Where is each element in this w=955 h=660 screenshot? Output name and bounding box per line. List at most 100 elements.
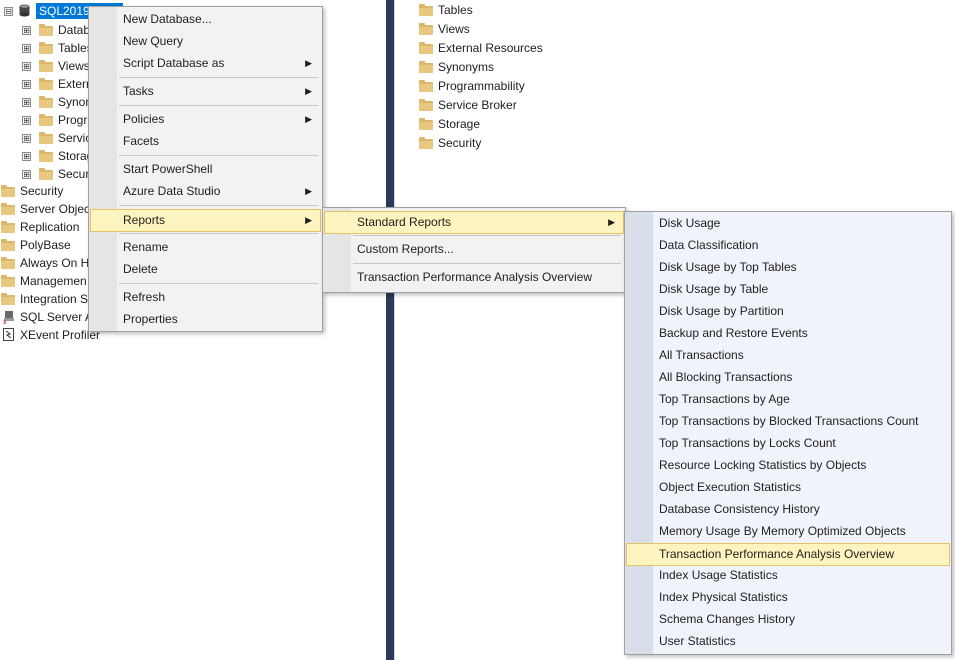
folder-icon xyxy=(419,80,433,92)
tree-node-label: PolyBase xyxy=(20,238,71,252)
expand-icon[interactable]: ⊞ xyxy=(22,116,31,125)
menu-item-delete[interactable]: Delete xyxy=(91,259,320,280)
details-item-label: Security xyxy=(438,136,482,150)
details-item-synonyms[interactable]: Synonyms xyxy=(418,58,618,76)
details-item-service-broker[interactable]: Service Broker xyxy=(418,96,618,114)
menu-item-data-classification[interactable]: Data Classification xyxy=(627,235,949,256)
menu-item-user-statistics[interactable]: User Statistics xyxy=(627,631,949,652)
tree-node-polybase[interactable]: PolyBase xyxy=(0,236,100,254)
tree-node-security[interactable]: Security xyxy=(0,182,100,200)
menu-item-label: Tasks xyxy=(123,84,154,98)
menu-item-backup-and-restore-events[interactable]: Backup and Restore Events xyxy=(627,323,949,344)
pane-splitter[interactable] xyxy=(386,0,394,660)
menu-item-custom-reports[interactable]: Custom Reports... xyxy=(325,239,623,260)
menu-item-index-usage-statistics[interactable]: Index Usage Statistics xyxy=(627,565,949,586)
menu-item-label: Schema Changes History xyxy=(659,612,796,626)
folder-icon xyxy=(1,185,15,197)
menu-item-top-transactions-by-age[interactable]: Top Transactions by Age xyxy=(627,389,949,410)
details-item-tables[interactable]: Tables xyxy=(418,1,618,19)
menu-item-all-blocking-transactions[interactable]: All Blocking Transactions xyxy=(627,367,949,388)
menu-item-start-powershell[interactable]: Start PowerShell xyxy=(91,159,320,180)
expand-icon[interactable]: ⊞ xyxy=(22,44,31,53)
menu-item-all-transactions[interactable]: All Transactions xyxy=(627,345,949,366)
tree-node-db-child[interactable]: ⊞ Progr xyxy=(0,111,90,129)
menu-item-disk-usage-by-table[interactable]: Disk Usage by Table xyxy=(627,279,949,300)
menu-item-disk-usage-by-partition[interactable]: Disk Usage by Partition xyxy=(627,301,949,322)
menu-item-tasks[interactable]: Tasks ▶ xyxy=(91,81,320,102)
menu-item-refresh[interactable]: Refresh xyxy=(91,287,320,308)
tree-node-db-child[interactable]: ⊞ Synon xyxy=(0,93,92,111)
menu-item-script-database-as[interactable]: Script Database as ▶ xyxy=(91,53,320,74)
expand-icon[interactable]: ⊞ xyxy=(22,170,31,179)
menu-item-label: Script Database as xyxy=(123,56,225,70)
expand-icon[interactable]: ⊞ xyxy=(22,98,31,107)
tree-node-db-child[interactable]: ⊞ Datab xyxy=(0,21,90,39)
menu-item-reports[interactable]: Reports ▶ xyxy=(90,209,321,232)
expand-icon[interactable]: ⊞ xyxy=(22,62,31,71)
details-item-label: Storage xyxy=(438,117,481,131)
menu-separator xyxy=(119,233,318,234)
expand-icon[interactable]: ⊞ xyxy=(22,80,31,89)
details-item-storage[interactable]: Storage xyxy=(418,115,618,133)
menu-item-label: Index Physical Statistics xyxy=(659,590,788,604)
menu-item-label: Object Execution Statistics xyxy=(659,480,802,494)
menu-item-new-database[interactable]: New Database... xyxy=(91,9,320,30)
menu-item-label: Transaction Performance Analysis Overvie… xyxy=(659,547,894,561)
menu-item-schema-changes-history[interactable]: Schema Changes History xyxy=(627,609,949,630)
menu-item-azure-data-studio[interactable]: Azure Data Studio ▶ xyxy=(91,181,320,202)
tree-node-server-objec[interactable]: Server Objec xyxy=(0,200,100,218)
menu-item-object-execution-statistics[interactable]: Object Execution Statistics xyxy=(627,477,949,498)
tree-node-db-child[interactable]: ⊞ Secur xyxy=(0,165,90,183)
menu-item-label: Azure Data Studio xyxy=(123,184,221,198)
tree-node-managemen[interactable]: Managemen xyxy=(0,272,100,290)
menu-item-resource-locking-statistics-by-objects[interactable]: Resource Locking Statistics by Objects xyxy=(627,455,949,476)
tree-node-db-child[interactable]: ⊞ Servic xyxy=(0,129,91,147)
menu-item-disk-usage[interactable]: Disk Usage xyxy=(627,213,949,234)
tree-node-sql-server-a[interactable]: x SQL Server A xyxy=(0,308,100,326)
menu-item-index-physical-statistics[interactable]: Index Physical Statistics xyxy=(627,587,949,608)
menu-item-top-transactions-by-locks-count[interactable]: Top Transactions by Locks Count xyxy=(627,433,949,454)
menu-item-label: Disk Usage xyxy=(659,216,721,230)
tree-node-integration-s[interactable]: Integration S xyxy=(0,290,100,308)
details-item-external-resources[interactable]: External Resources xyxy=(418,39,618,57)
tree-node-label: Security xyxy=(20,184,64,198)
tree-node-db-child[interactable]: ⊞ Storag xyxy=(0,147,93,165)
menu-item-label: New Database... xyxy=(123,12,212,26)
tree-node-db-child[interactable]: ⊞ Extern xyxy=(0,75,93,93)
details-item-views[interactable]: Views xyxy=(418,20,618,38)
expand-icon[interactable]: ⊞ xyxy=(22,134,31,143)
menu-item-new-query[interactable]: New Query xyxy=(91,31,320,52)
menu-item-transaction-performance-analysis-overview[interactable]: Transaction Performance Analysis Overvie… xyxy=(325,267,623,288)
menu-item-label: Index Usage Statistics xyxy=(659,568,778,582)
menu-item-standard-reports[interactable]: Standard Reports ▶ xyxy=(324,211,624,234)
tree-node-label: Views xyxy=(58,59,90,73)
menu-item-properties[interactable]: Properties xyxy=(91,309,320,330)
tree-node-xevent-profiler[interactable]: XEvent Profiler xyxy=(0,326,100,344)
menu-item-facets[interactable]: Facets xyxy=(91,131,320,152)
tree-node-replication[interactable]: Replication xyxy=(0,218,100,236)
menu-item-transaction-performance-analysis-overview[interactable]: Transaction Performance Analysis Overvie… xyxy=(626,543,950,566)
details-item-programmability[interactable]: Programmability xyxy=(418,77,618,95)
folder-icon xyxy=(39,78,53,90)
tree-node-db-child[interactable]: ⊞ Tables xyxy=(0,39,93,57)
menu-item-top-transactions-by-blocked-transactions-count[interactable]: Top Transactions by Blocked Transactions… xyxy=(627,411,949,432)
menu-item-label: Start PowerShell xyxy=(123,162,213,176)
expand-icon[interactable]: ⊞ xyxy=(22,26,31,35)
tree-node-always-on-h[interactable]: Always On H xyxy=(0,254,100,272)
menu-separator xyxy=(119,155,318,156)
reports-submenu: Standard Reports ▶ Custom Reports... Transa… xyxy=(322,207,626,293)
details-item-security[interactable]: Security xyxy=(418,134,618,152)
menu-item-disk-usage-by-top-tables[interactable]: Disk Usage by Top Tables xyxy=(627,257,949,278)
menu-item-policies[interactable]: Policies ▶ xyxy=(91,109,320,130)
menu-item-rename[interactable]: Rename xyxy=(91,237,320,258)
collapse-icon[interactable]: ⊟ xyxy=(4,7,13,16)
menu-item-label: New Query xyxy=(123,34,184,48)
folder-icon xyxy=(419,61,433,73)
tree-node-db-child[interactable]: ⊞ Views xyxy=(0,57,90,75)
submenu-arrow-icon: ▶ xyxy=(305,215,312,225)
folder-icon xyxy=(419,23,433,35)
submenu-arrow-icon: ▶ xyxy=(305,86,312,96)
menu-item-database-consistency-history[interactable]: Database Consistency History xyxy=(627,499,949,520)
menu-item-memory-usage-by-memory-optimized-objects[interactable]: Memory Usage By Memory Optimized Objects xyxy=(627,521,949,542)
expand-icon[interactable]: ⊞ xyxy=(22,152,31,161)
